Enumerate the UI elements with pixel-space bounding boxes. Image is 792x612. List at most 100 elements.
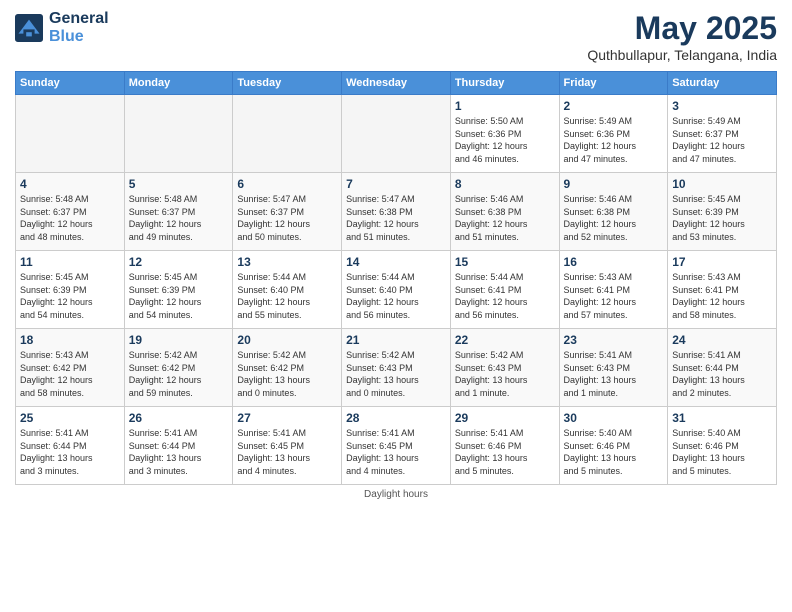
day-number: 11 [20,255,120,269]
day-info: Sunrise: 5:47 AM Sunset: 6:37 PM Dayligh… [237,193,337,243]
footer-note: Daylight hours [15,489,777,500]
calendar-cell: 21 Sunrise: 5:42 AM Sunset: 6:43 PM Dayli… [342,329,451,407]
day-info: Sunrise: 5:41 AM Sunset: 6:43 PM Dayligh… [564,349,664,399]
day-number: 31 [672,411,772,425]
day-number: 22 [455,333,555,347]
day-info: Sunrise: 5:41 AM Sunset: 6:45 PM Dayligh… [237,427,337,477]
calendar-week-1: 4Sunrise: 5:48 AM Sunset: 6:37 PM Daylig… [16,173,777,251]
day-number: 14 [346,255,446,269]
calendar-cell: 11 Sunrise: 5:45 AM Sunset: 6:39 PM Dayli… [16,251,125,329]
calendar-weekday-saturday: Saturday [668,72,777,95]
day-info: Sunrise: 5:41 AM Sunset: 6:46 PM Dayligh… [455,427,555,477]
day-number: 7 [346,177,446,191]
calendar-cell: 4Sunrise: 5:48 AM Sunset: 6:37 PM Daylig… [16,173,125,251]
day-info: Sunrise: 5:42 AM Sunset: 6:43 PM Dayligh… [346,349,446,399]
calendar-cell: 29 Sunrise: 5:41 AM Sunset: 6:46 PM Dayli… [450,407,559,485]
day-number: 26 [129,411,229,425]
calendar-cell [16,95,125,173]
day-info: Sunrise: 5:41 AM Sunset: 6:44 PM Dayligh… [672,349,772,399]
day-info: Sunrise: 5:43 AM Sunset: 6:41 PM Dayligh… [672,271,772,321]
day-info: Sunrise: 5:46 AM Sunset: 6:38 PM Dayligh… [564,193,664,243]
day-number: 2 [564,99,664,113]
calendar-cell: 23 Sunrise: 5:41 AM Sunset: 6:43 PM Dayli… [559,329,668,407]
calendar-cell: 1 Sunrise: 5:50 AM Sunset: 6:36 PM Daylig… [450,95,559,173]
page: General Blue May 2025 Quthbullapur, Tela… [0,0,792,612]
day-info: Sunrise: 5:42 AM Sunset: 6:43 PM Dayligh… [455,349,555,399]
day-info: Sunrise: 5:44 AM Sunset: 6:40 PM Dayligh… [237,271,337,321]
day-number: 9 [564,177,664,191]
calendar-cell: 2 Sunrise: 5:49 AM Sunset: 6:36 PM Daylig… [559,95,668,173]
header: General Blue May 2025 Quthbullapur, Tela… [15,10,777,63]
calendar-cell: 28 Sunrise: 5:41 AM Sunset: 6:45 PM Dayli… [342,407,451,485]
logo-text: General Blue [49,10,109,46]
calendar-cell: 14 Sunrise: 5:44 AM Sunset: 6:40 PM Dayli… [342,251,451,329]
calendar-weekday-monday: Monday [124,72,233,95]
calendar-cell: 18 Sunrise: 5:43 AM Sunset: 6:42 PM Dayli… [16,329,125,407]
calendar-cell: 16Sunrise: 5:43 AM Sunset: 6:41 PM Dayli… [559,251,668,329]
day-number: 28 [346,411,446,425]
calendar-cell: 30 Sunrise: 5:40 AM Sunset: 6:46 PM Dayli… [559,407,668,485]
day-info: Sunrise: 5:49 AM Sunset: 6:37 PM Dayligh… [672,115,772,165]
day-info: Sunrise: 5:43 AM Sunset: 6:42 PM Dayligh… [20,349,120,399]
calendar-week-4: 25 Sunrise: 5:41 AM Sunset: 6:44 PM Dayli… [16,407,777,485]
day-number: 25 [20,411,120,425]
day-number: 24 [672,333,772,347]
day-info: Sunrise: 5:48 AM Sunset: 6:37 PM Dayligh… [129,193,229,243]
calendar-cell: 17 Sunrise: 5:43 AM Sunset: 6:41 PM Dayli… [668,251,777,329]
calendar-cell: 22 Sunrise: 5:42 AM Sunset: 6:43 PM Dayli… [450,329,559,407]
calendar-header-row: SundayMondayTuesdayWednesdayThursdayFrid… [16,72,777,95]
day-info: Sunrise: 5:50 AM Sunset: 6:36 PM Dayligh… [455,115,555,165]
day-info: Sunrise: 5:45 AM Sunset: 6:39 PM Dayligh… [20,271,120,321]
day-number: 5 [129,177,229,191]
calendar-weekday-sunday: Sunday [16,72,125,95]
calendar-cell: 15Sunrise: 5:44 AM Sunset: 6:41 PM Dayli… [450,251,559,329]
day-info: Sunrise: 5:41 AM Sunset: 6:45 PM Dayligh… [346,427,446,477]
calendar-cell: 24 Sunrise: 5:41 AM Sunset: 6:44 PM Dayli… [668,329,777,407]
day-info: Sunrise: 5:42 AM Sunset: 6:42 PM Dayligh… [237,349,337,399]
day-info: Sunrise: 5:41 AM Sunset: 6:44 PM Dayligh… [129,427,229,477]
calendar-cell: 13 Sunrise: 5:44 AM Sunset: 6:40 PM Dayli… [233,251,342,329]
day-info: Sunrise: 5:49 AM Sunset: 6:36 PM Dayligh… [564,115,664,165]
calendar-cell: 3Sunrise: 5:49 AM Sunset: 6:37 PM Daylig… [668,95,777,173]
calendar-cell [124,95,233,173]
day-info: Sunrise: 5:42 AM Sunset: 6:42 PM Dayligh… [129,349,229,399]
day-number: 18 [20,333,120,347]
day-number: 29 [455,411,555,425]
title-block: May 2025 Quthbullapur, Telangana, India [587,10,777,63]
day-number: 12 [129,255,229,269]
calendar-cell: 26 Sunrise: 5:41 AM Sunset: 6:44 PM Dayli… [124,407,233,485]
day-number: 19 [129,333,229,347]
day-number: 13 [237,255,337,269]
calendar-table: SundayMondayTuesdayWednesdayThursdayFrid… [15,71,777,485]
logo-icon [15,14,43,42]
day-info: Sunrise: 5:44 AM Sunset: 6:40 PM Dayligh… [346,271,446,321]
calendar-cell: 10Sunrise: 5:45 AM Sunset: 6:39 PM Dayli… [668,173,777,251]
calendar-cell: 8 Sunrise: 5:46 AM Sunset: 6:38 PM Daylig… [450,173,559,251]
day-number: 20 [237,333,337,347]
calendar-week-3: 18 Sunrise: 5:43 AM Sunset: 6:42 PM Dayli… [16,329,777,407]
calendar-cell: 5 Sunrise: 5:48 AM Sunset: 6:37 PM Daylig… [124,173,233,251]
calendar-cell: 20 Sunrise: 5:42 AM Sunset: 6:42 PM Dayli… [233,329,342,407]
day-info: Sunrise: 5:45 AM Sunset: 6:39 PM Dayligh… [129,271,229,321]
day-number: 23 [564,333,664,347]
day-info: Sunrise: 5:46 AM Sunset: 6:38 PM Dayligh… [455,193,555,243]
main-title: May 2025 [587,10,777,47]
calendar-weekday-thursday: Thursday [450,72,559,95]
day-number: 30 [564,411,664,425]
day-info: Sunrise: 5:48 AM Sunset: 6:37 PM Dayligh… [20,193,120,243]
day-info: Sunrise: 5:40 AM Sunset: 6:46 PM Dayligh… [564,427,664,477]
day-info: Sunrise: 5:44 AM Sunset: 6:41 PM Dayligh… [455,271,555,321]
calendar-cell [233,95,342,173]
day-number: 17 [672,255,772,269]
day-number: 1 [455,99,555,113]
day-info: Sunrise: 5:40 AM Sunset: 6:46 PM Dayligh… [672,427,772,477]
day-number: 21 [346,333,446,347]
calendar-cell: 25Sunrise: 5:41 AM Sunset: 6:44 PM Dayli… [16,407,125,485]
day-number: 10 [672,177,772,191]
day-number: 16 [564,255,664,269]
day-number: 8 [455,177,555,191]
calendar-weekday-wednesday: Wednesday [342,72,451,95]
calendar-cell: 7Sunrise: 5:47 AM Sunset: 6:38 PM Daylig… [342,173,451,251]
calendar-week-2: 11 Sunrise: 5:45 AM Sunset: 6:39 PM Dayli… [16,251,777,329]
calendar-weekday-friday: Friday [559,72,668,95]
